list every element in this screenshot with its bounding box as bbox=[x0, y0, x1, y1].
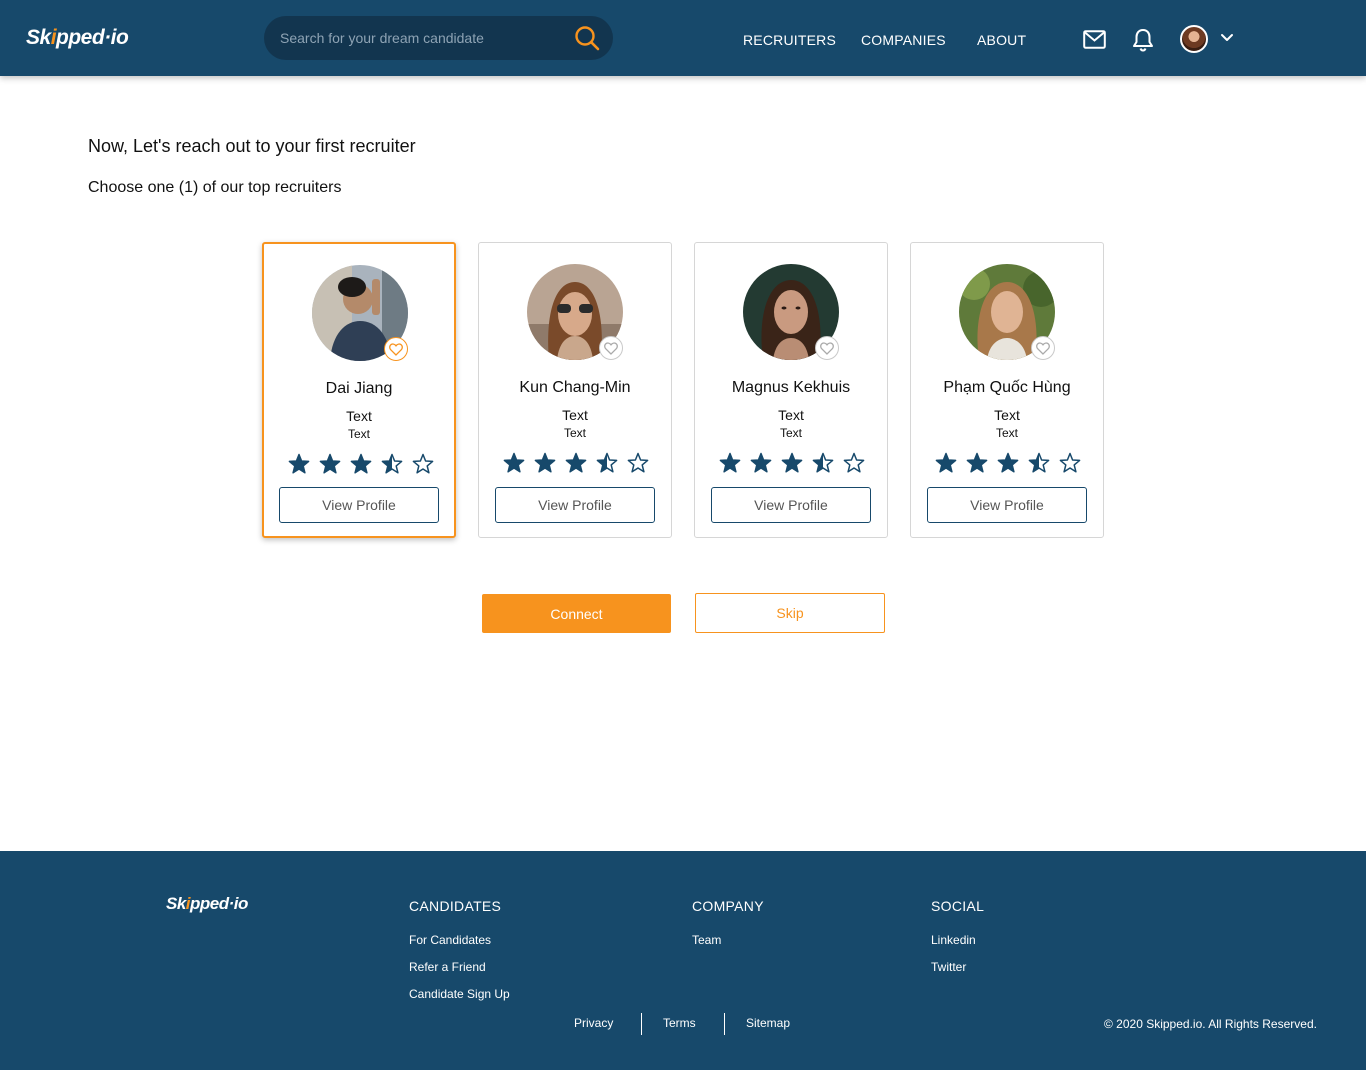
star-half-icon bbox=[812, 452, 834, 473]
footer-divider bbox=[724, 1013, 725, 1035]
view-profile-button[interactable]: View Profile bbox=[279, 487, 439, 523]
recruiter-name: Phạm Quốc Hùng bbox=[943, 379, 1071, 396]
view-profile-button[interactable]: View Profile bbox=[927, 487, 1087, 523]
top-header: Skipped·io RECRUITERS COMPANIES ABOUT bbox=[0, 0, 1366, 76]
favorite-heart-icon[interactable] bbox=[384, 337, 408, 361]
footer-link-team[interactable]: Team bbox=[692, 933, 721, 947]
star-full-icon bbox=[719, 452, 741, 473]
search-bar bbox=[264, 16, 613, 60]
star-full-icon bbox=[319, 453, 341, 474]
rating-stars bbox=[719, 452, 865, 474]
footer-heading-candidates: CANDIDATES bbox=[409, 898, 502, 914]
footer-link-linkedin[interactable]: Linkedin bbox=[931, 933, 976, 947]
star-full-icon bbox=[781, 452, 803, 473]
connect-button[interactable]: Connect bbox=[482, 594, 671, 633]
page-subtitle: Choose one (1) of our top recruiters bbox=[88, 179, 342, 196]
star-full-icon bbox=[350, 453, 372, 474]
footer-link-candidate-signup[interactable]: Candidate Sign Up bbox=[409, 987, 510, 1001]
footer-link-sitemap[interactable]: Sitemap bbox=[746, 1016, 790, 1030]
view-profile-button[interactable]: View Profile bbox=[495, 487, 655, 523]
footer-link-privacy[interactable]: Privacy bbox=[574, 1016, 613, 1030]
rating-stars bbox=[935, 452, 1081, 474]
footer-link-terms[interactable]: Terms bbox=[663, 1016, 696, 1030]
footer-heading-social: SOCIAL bbox=[931, 898, 985, 914]
recruiter-text-primary: Text bbox=[346, 408, 372, 424]
star-full-icon bbox=[503, 452, 525, 473]
star-half-icon bbox=[596, 452, 618, 473]
footer-link-refer-friend[interactable]: Refer a Friend bbox=[409, 960, 486, 974]
star-empty-icon bbox=[843, 452, 865, 473]
recruiter-text-primary: Text bbox=[562, 407, 588, 423]
recruiter-text-primary: Text bbox=[778, 407, 804, 423]
footer-link-twitter[interactable]: Twitter bbox=[931, 960, 966, 974]
skip-button[interactable]: Skip bbox=[695, 593, 885, 633]
search-icon[interactable] bbox=[574, 25, 601, 52]
view-profile-button[interactable]: View Profile bbox=[711, 487, 871, 523]
favorite-heart-icon[interactable] bbox=[1031, 336, 1055, 360]
star-empty-icon bbox=[627, 452, 649, 473]
nav-recruiters[interactable]: RECRUITERS bbox=[743, 32, 836, 48]
footer-logo[interactable]: Skipped·io bbox=[166, 894, 248, 914]
recruiter-text-secondary: Text bbox=[563, 426, 586, 440]
star-full-icon bbox=[288, 453, 310, 474]
bell-icon[interactable] bbox=[1132, 28, 1154, 52]
search-input[interactable] bbox=[280, 16, 570, 60]
star-full-icon bbox=[997, 452, 1019, 473]
rating-stars bbox=[288, 453, 434, 475]
rating-stars bbox=[503, 452, 649, 474]
recruiter-card[interactable]: Magnus Kekhuis Text Text View Profile bbox=[694, 242, 888, 538]
copyright-text: © 2020 Skipped.io. All Rights Reserved. bbox=[1104, 1017, 1317, 1031]
recruiter-card[interactable]: Dai Jiang Text Text View Profile bbox=[262, 242, 456, 538]
recruiter-text-secondary: Text bbox=[779, 426, 802, 440]
star-full-icon bbox=[966, 452, 988, 473]
favorite-heart-icon[interactable] bbox=[815, 336, 839, 360]
mail-icon[interactable] bbox=[1083, 30, 1106, 49]
recruiter-card[interactable]: Kun Chang-Min Text Text View Profile bbox=[478, 242, 672, 538]
recruiter-card[interactable]: Phạm Quốc Hùng Text Text View Profile bbox=[910, 242, 1104, 538]
footer-link-for-candidates[interactable]: For Candidates bbox=[409, 933, 491, 947]
chevron-down-icon[interactable] bbox=[1220, 33, 1234, 43]
recruiter-text-secondary: Text bbox=[347, 427, 370, 441]
nav-companies[interactable]: COMPANIES bbox=[861, 32, 946, 48]
star-full-icon bbox=[750, 452, 772, 473]
star-full-icon bbox=[565, 452, 587, 473]
avatar[interactable] bbox=[1180, 25, 1208, 53]
skipped-logo[interactable]: Skipped·io bbox=[26, 26, 129, 50]
recruiter-name: Dai Jiang bbox=[325, 380, 393, 397]
star-empty-icon bbox=[412, 453, 434, 474]
star-half-icon bbox=[1028, 452, 1050, 473]
star-half-icon bbox=[381, 453, 403, 474]
nav-about[interactable]: ABOUT bbox=[977, 32, 1026, 48]
recruiter-text-secondary: Text bbox=[995, 426, 1018, 440]
recruiter-name: Kun Chang-Min bbox=[519, 379, 631, 396]
star-empty-icon bbox=[1059, 452, 1081, 473]
star-full-icon bbox=[534, 452, 556, 473]
footer-heading-company: COMPANY bbox=[692, 898, 764, 914]
star-full-icon bbox=[935, 452, 957, 473]
recruiter-text-primary: Text bbox=[994, 407, 1020, 423]
site-footer: Skipped·io CANDIDATES For Candidates Ref… bbox=[0, 851, 1366, 1070]
favorite-heart-icon[interactable] bbox=[599, 336, 623, 360]
recruiter-name: Magnus Kekhuis bbox=[731, 379, 851, 396]
page-title: Now, Let's reach out to your first recru… bbox=[88, 136, 416, 156]
footer-divider bbox=[641, 1013, 642, 1035]
